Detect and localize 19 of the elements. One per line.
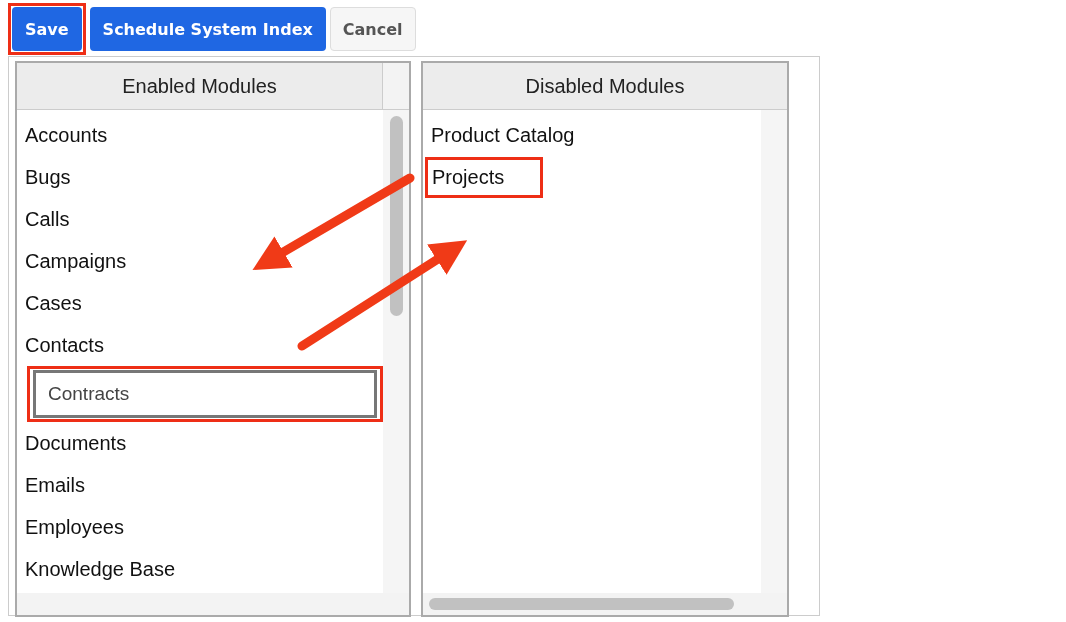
module-item[interactable]: Accounts: [25, 123, 108, 147]
module-item[interactable]: Employees: [25, 515, 124, 539]
module-item[interactable]: Contacts: [25, 333, 104, 357]
module-item[interactable]: Knowledge Base: [25, 557, 176, 581]
column-header: Disabled Modules: [423, 63, 787, 109]
dragged-item[interactable]: Contracts: [33, 370, 377, 418]
toolbar-button[interactable]: Schedule System Index: [89, 7, 326, 51]
toolbar-button[interactable]: Cancel: [329, 7, 416, 51]
module-item[interactable]: Emails: [25, 473, 85, 497]
module-item[interactable]: Calls: [25, 207, 70, 231]
column-header: Enabled Modules: [17, 63, 382, 109]
toolbar-button[interactable]: Save: [12, 7, 82, 51]
module-item[interactable]: Bugs: [25, 165, 71, 189]
module-item[interactable]: Campaigns: [25, 249, 127, 273]
module-item[interactable]: Cases: [25, 291, 82, 315]
module-item[interactable]: Projects: [432, 165, 505, 188]
scrollbar-thumb[interactable]: [429, 598, 734, 610]
module-item[interactable]: Product Catalog: [431, 123, 575, 147]
module-item[interactable]: Documents: [25, 431, 127, 455]
